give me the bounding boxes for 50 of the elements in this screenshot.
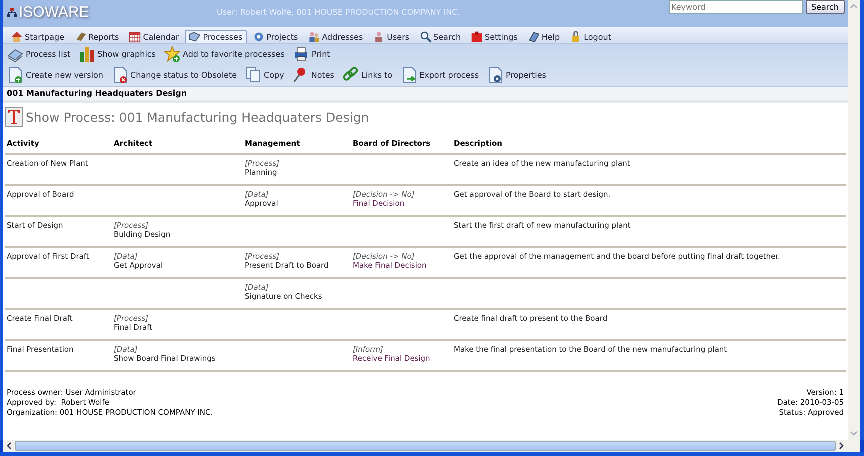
document-delete-icon [112,67,129,84]
nav-tab[interactable]: Settings [467,30,522,43]
toolbar-button[interactable]: Process list [7,46,71,63]
toolbar-button[interactable]: Add to favorite processes [164,46,285,63]
nav-tab[interactable]: Logout [566,30,616,43]
document-add-icon [7,67,24,84]
calendar-icon [129,31,142,43]
bar-chart-icon [78,46,96,63]
nav-tab[interactable]: Help [524,30,564,43]
logo-icon [7,8,17,17]
toolbar-button[interactable]: Change status to Obsolete [112,67,238,84]
nav-tab[interactable]: Calendar [125,30,184,43]
star-add-icon [164,46,181,63]
copy-icon [245,67,262,84]
printer-icon [292,46,310,63]
toolbar-button[interactable]: Links to [342,67,393,84]
user-info: User: Robert Wolfe, 001 HOUSE PRODUCTION COMPANY INC. [217,8,462,17]
toolbar-button[interactable]: Print [292,46,330,63]
nav-tab[interactable]: Projects [248,30,302,43]
toolbar-button[interactable]: Notes [292,67,334,84]
arrow-down-icon [850,431,858,437]
page-title: Show Process: 001 Manufacturing Headquaters Design [26,110,370,124]
nav-tab[interactable]: Reports [70,30,124,43]
app-logo: ISOWARE [19,4,90,21]
arrow-left-icon [6,442,12,450]
document-gear-icon [487,67,504,84]
house-icon [11,31,23,43]
toolbar-button[interactable]: Copy [245,67,284,84]
nav-tab[interactable]: Processes [185,30,247,43]
arrow-up-icon [850,3,858,9]
arrow-right-icon [839,442,845,450]
users-icon [373,31,386,43]
people-icon [308,31,320,43]
toolbar-button[interactable]: Properties [487,67,546,84]
nav-tab[interactable]: Users [369,30,414,43]
padlock-icon [570,31,582,43]
search-button[interactable]: Search [806,0,845,14]
search-field[interactable]: Keyword [668,0,803,14]
nav-tab[interactable]: Addresses [304,30,368,43]
toolbar-button[interactable]: Create new version [7,67,104,84]
nav-tab[interactable]: Search [416,30,466,43]
search-icon [420,31,432,43]
toolbar-button[interactable]: Show graphics [78,46,156,63]
toolbar-button[interactable]: Export process [400,67,480,84]
section-title: 001 Manufacturing Headquaters Design [3,86,848,103]
horizontal-scrollbar[interactable] [3,440,860,452]
document-icon [5,107,23,127]
chain-link-icon [342,67,360,84]
nav-tab[interactable]: Startpage [7,30,69,43]
document-export-icon [400,67,418,84]
